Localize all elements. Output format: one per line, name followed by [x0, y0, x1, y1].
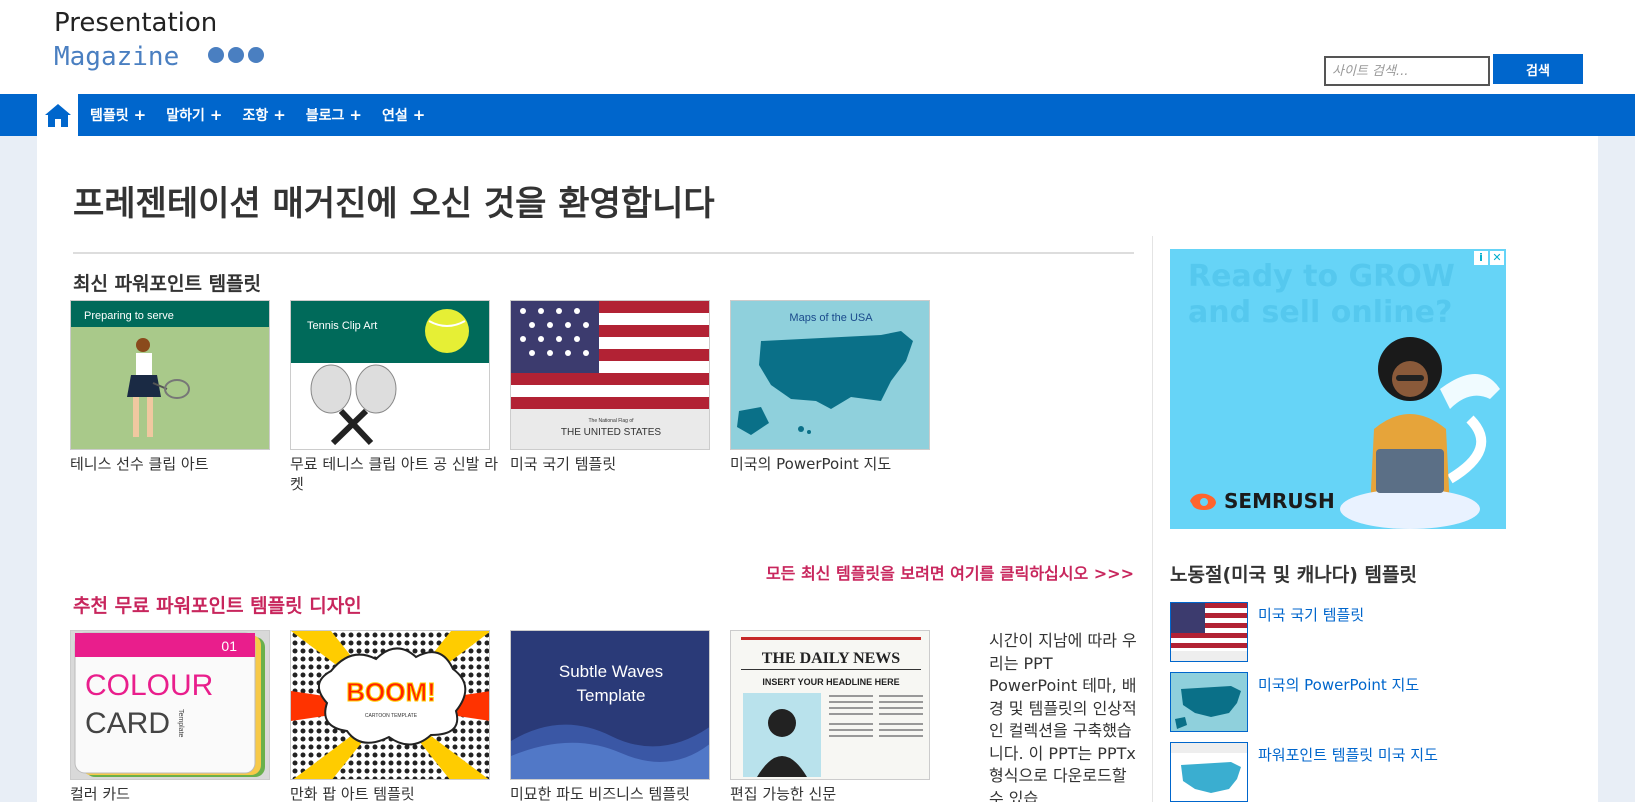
svg-text:Preparing to serve: Preparing to serve	[84, 310, 174, 322]
svg-text:Subtle Waves: Subtle Waves	[559, 662, 663, 681]
sidebar-link[interactable]: 미국의 PowerPoint 지도	[1258, 674, 1419, 695]
home-button[interactable]	[37, 94, 78, 136]
svg-text:Maps of the USA: Maps of the USA	[789, 312, 873, 324]
main-content: 프레젠테이션 매거진에 오신 것을 환영합니다 최신 파워포인트 템플릿 Pre…	[37, 136, 1598, 802]
ad-headline: Ready to GROW and sell online?	[1188, 259, 1455, 330]
advertisement[interactable]: Ready to GROW and sell online? i ✕ SEMRU…	[1170, 249, 1506, 529]
plus-icon: +	[412, 106, 426, 124]
caption-usa-map[interactable]: 미국의 PowerPoint 지도	[730, 454, 940, 474]
search-button[interactable]: 검색	[1493, 54, 1583, 84]
caption-subtle-waves[interactable]: 미묘한 파도 비즈니스 템플릿	[510, 784, 720, 802]
featured-templates-heading: 추천 무료 파워포인트 템플릿 디자인	[73, 595, 362, 617]
thumb-usa-map[interactable]: Maps of the USA	[730, 300, 930, 450]
caption-colour-card[interactable]: 컬러 카드	[70, 784, 280, 802]
see-all-latest-link[interactable]: 모든 최신 템플릿을 보려면 여기를 클릭하십시오 >>>	[766, 560, 1134, 584]
logo-dots-icon	[208, 47, 264, 63]
sidebar-heading: 노동절(미국 및 캐나다) 템플릿	[1170, 564, 1417, 586]
svg-text:THE UNITED STATES: THE UNITED STATES	[561, 427, 662, 438]
caption-tennis-clipart[interactable]: 무료 테니스 클립 아트 공 신발 라켓	[290, 454, 500, 494]
ad-brand: SEMRUSH	[1188, 489, 1335, 513]
plus-icon: +	[273, 106, 286, 124]
svg-text:The National Flag of: The National Flag of	[588, 418, 634, 424]
home-icon	[44, 104, 71, 127]
caption-us-flag[interactable]: 미국 국기 템플릿	[510, 454, 720, 474]
sidebar-thumb[interactable]	[1170, 602, 1248, 662]
svg-text:BOOM!: BOOM!	[346, 677, 436, 707]
plus-icon: +	[133, 106, 147, 124]
info-icon[interactable]: i	[1474, 251, 1488, 265]
nav-item-templates[interactable]: 템플릿 +	[90, 105, 146, 125]
thumb-tennis-clipart[interactable]: Tennis Clip Art	[290, 300, 490, 450]
thumb-tennis-player[interactable]: Preparing to serve	[70, 300, 270, 450]
sidebar-item-usa-map[interactable]: 미국의 PowerPoint 지도	[1170, 672, 1470, 732]
svg-text:Template: Template	[177, 709, 184, 738]
intro-paragraph: 시간이 지남에 따라 우리는 PPT PowerPoint 테마, 배경 및 템…	[989, 631, 1137, 802]
plus-icon: +	[209, 106, 223, 124]
sidebar-link[interactable]: 미국 국기 템플릿	[1258, 604, 1364, 625]
svg-text:INSERT YOUR HEADLINE HERE: INSERT YOUR HEADLINE HERE	[762, 677, 899, 687]
svg-text:01: 01	[221, 638, 237, 654]
svg-text:Template: Template	[577, 686, 646, 705]
thumb-colour-card[interactable]: 01 COLOUR CARD Template	[70, 630, 270, 780]
logo-title[interactable]: Presentation	[54, 8, 217, 38]
search-input[interactable]	[1324, 56, 1490, 86]
thumb-cartoon-popart[interactable]: BOOM! CARTOON TEMPLATE	[290, 630, 490, 780]
thumb-subtle-waves[interactable]: Subtle Waves Template	[510, 630, 710, 780]
sidebar-thumb[interactable]	[1170, 672, 1248, 732]
main-nav: 템플릿 + 말하기 + 조항 + 블로그 + 연설 +	[0, 94, 1635, 136]
sidebar-item-us-map-template[interactable]: 파워포인트 템플릿 미국 지도	[1170, 742, 1470, 802]
site-header: Presentation Magazine 검색	[0, 0, 1635, 94]
nav-item-speaking[interactable]: 말하기 +	[166, 105, 222, 125]
nav-item-articles[interactable]: 조항 +	[242, 105, 285, 125]
svg-text:CARD: CARD	[85, 707, 170, 740]
thumb-us-flag[interactable]: The National Flag of THE UNITED STATES	[510, 300, 710, 450]
close-icon[interactable]: ✕	[1490, 251, 1504, 265]
nav-item-speeches[interactable]: 연설 +	[382, 105, 425, 125]
logo-subtitle[interactable]: Magazine	[54, 42, 179, 72]
sidebar-thumb[interactable]	[1170, 742, 1248, 802]
latest-templates-heading: 최신 파워포인트 템플릿	[73, 273, 262, 295]
plus-icon: +	[349, 106, 362, 124]
sidebar-item-us-flag[interactable]: 미국 국기 템플릿	[1170, 602, 1470, 662]
ad-person-illustration	[1340, 337, 1500, 529]
column-divider	[1152, 236, 1153, 802]
caption-daily-news[interactable]: 편집 가능한 신문	[730, 784, 940, 802]
caption-cartoon-popart[interactable]: 만화 팝 아트 템플릿	[290, 784, 500, 802]
svg-text:COLOUR: COLOUR	[85, 669, 213, 702]
caption-tennis-player[interactable]: 테니스 선수 클립 아트	[70, 454, 280, 474]
svg-text:THE DAILY NEWS: THE DAILY NEWS	[762, 650, 901, 667]
thumb-daily-news[interactable]: THE DAILY NEWS INSERT YOUR HEADLINE HERE	[730, 630, 930, 780]
svg-text:Tennis Clip Art: Tennis Clip Art	[307, 320, 377, 332]
nav-item-blog[interactable]: 블로그 +	[306, 105, 362, 125]
semrush-flame-icon	[1190, 493, 1216, 510]
sidebar-link[interactable]: 파워포인트 템플릿 미국 지도	[1258, 744, 1438, 765]
page-title: 프레젠테이션 매거진에 오신 것을 환영합니다	[73, 184, 715, 224]
svg-text:CARTOON TEMPLATE: CARTOON TEMPLATE	[365, 713, 418, 719]
divider	[73, 252, 1134, 254]
